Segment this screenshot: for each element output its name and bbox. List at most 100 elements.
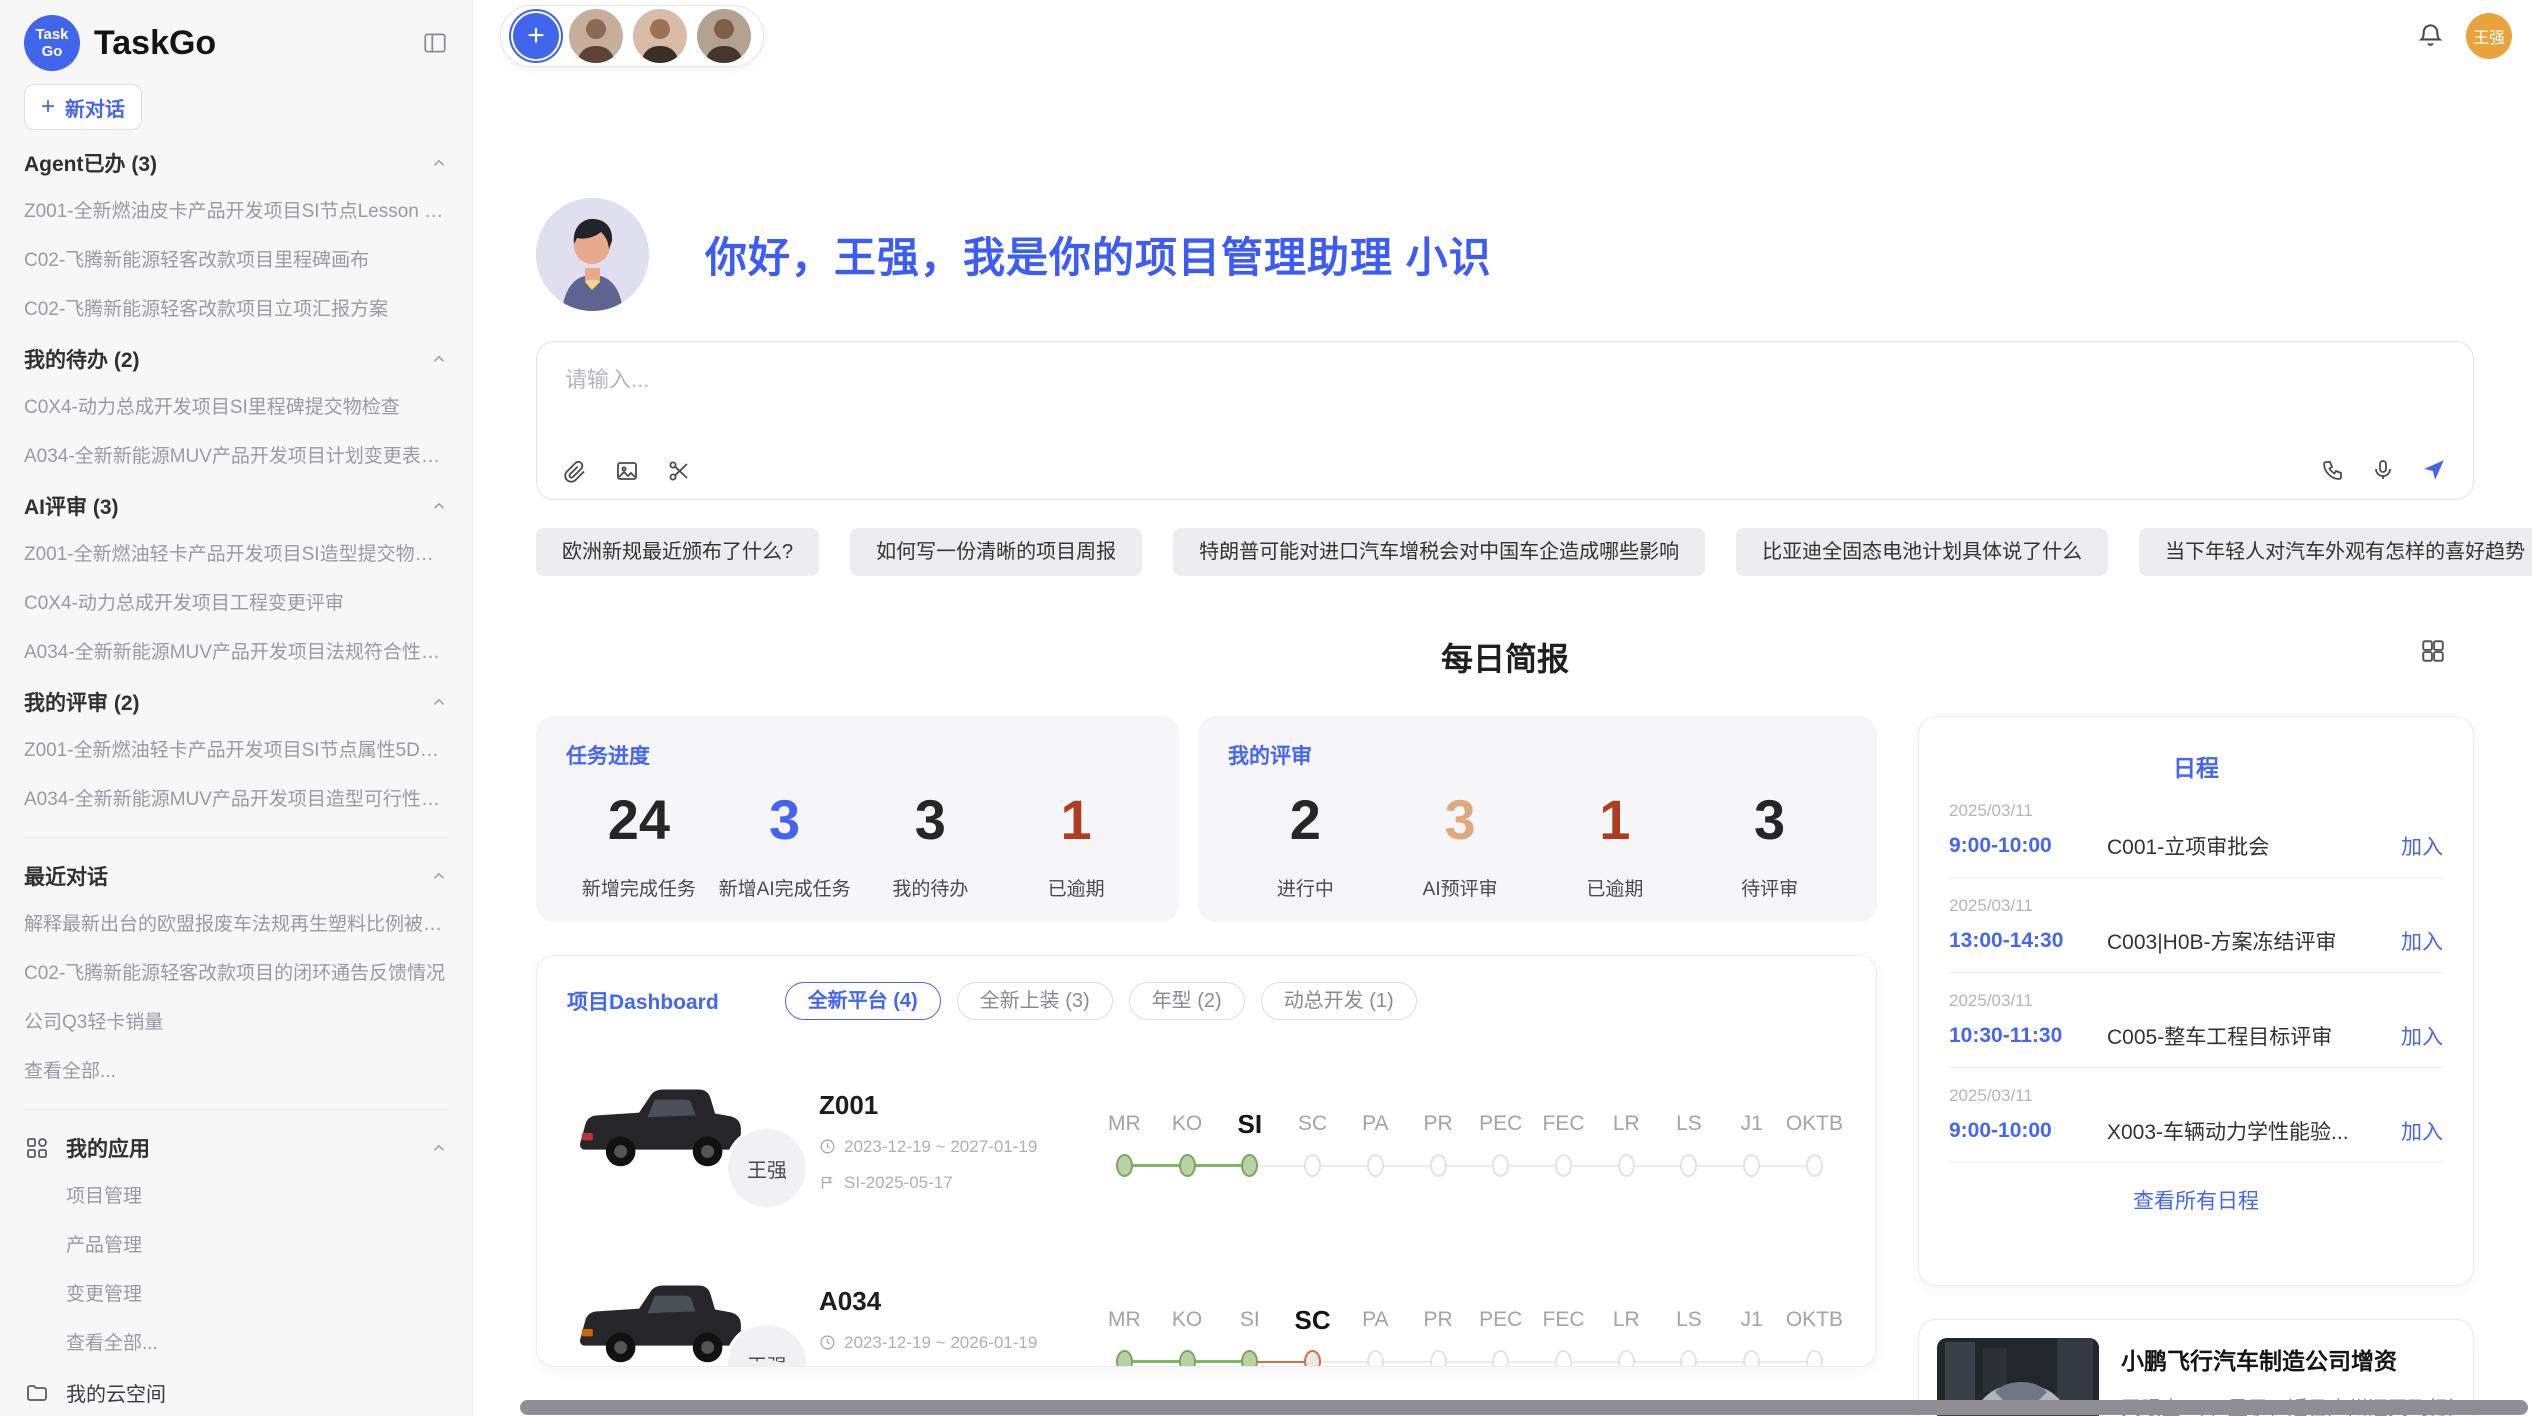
stat-value: 3 bbox=[1383, 788, 1538, 852]
sidebar-item[interactable]: Z001-全新燃油轻卡产品开发项目SI节点属性5D文件评审 bbox=[24, 726, 448, 775]
suggestion-chip[interactable]: 当下年轻人对汽车外观有怎样的喜好趋势 bbox=[2139, 528, 2532, 576]
sidebar-item[interactable]: C02-飞腾新能源轻客改款项目里程碑画布 bbox=[24, 236, 448, 285]
scissors-icon[interactable] bbox=[667, 459, 691, 483]
agent-switcher: + bbox=[500, 5, 764, 67]
apps-grid-icon bbox=[24, 1135, 50, 1161]
agent-avatar[interactable] bbox=[697, 9, 751, 63]
add-agent-button[interactable]: + bbox=[513, 13, 559, 59]
stat: 3 待评审 bbox=[1692, 788, 1847, 901]
card-title: 我的评审 bbox=[1228, 740, 1847, 770]
sidebar-item[interactable]: A034-全新新能源MUV产品开发项目造型可行性评审 bbox=[24, 775, 448, 824]
sidebar-item[interactable]: C02-飞腾新能源轻客改款项目立项汇报方案 bbox=[24, 285, 448, 334]
sidebar-item[interactable]: 公司Q3轻卡销量 bbox=[24, 998, 448, 1047]
task-progress-card: 任务进度 24 新增完成任务 3 新增AI完成任务 bbox=[536, 716, 1179, 922]
milestone-timeline: MR KO SI SC PA PR PEC FEC LR LS bbox=[1093, 1302, 1846, 1368]
stat-value: 24 bbox=[566, 788, 712, 852]
tab-body[interactable]: 全新上装 (3) bbox=[957, 982, 1113, 1020]
suggestion-chip[interactable]: 特朗普可能对进口汽车增税会对中国车企造成哪些影响 bbox=[1173, 528, 1705, 576]
image-icon[interactable] bbox=[615, 459, 639, 483]
section-my-apps[interactable]: 我的应用 bbox=[24, 1123, 448, 1172]
milestone: LS bbox=[1658, 1302, 1721, 1368]
join-button[interactable]: 加入 bbox=[2401, 831, 2443, 861]
section-agent-done[interactable]: Agent已办 (3) bbox=[24, 138, 448, 187]
schedule-date: 2025/03/11 bbox=[1949, 991, 2443, 1011]
milestone: FEC bbox=[1532, 1302, 1595, 1368]
sidebar-item-app[interactable]: 产品管理 bbox=[24, 1221, 448, 1270]
stat-value: 3 bbox=[1692, 788, 1847, 852]
join-button[interactable]: 加入 bbox=[2401, 1021, 2443, 1051]
project-code: Z001 bbox=[819, 1090, 1087, 1121]
stat: 3 我的待办 bbox=[858, 788, 1004, 901]
suggestion-chip[interactable]: 比亚迪全固态电池计划具体说了什么 bbox=[1736, 528, 2108, 576]
chat-input[interactable] bbox=[563, 360, 2447, 400]
project-row[interactable]: 王强 A034 2023-12-19 ~ 2026-01-19 bbox=[567, 1262, 1846, 1367]
horizontal-scrollbar[interactable] bbox=[520, 1400, 2528, 1415]
view-all-link[interactable]: 查看全部... bbox=[24, 1047, 448, 1096]
chevron-up-icon[interactable] bbox=[430, 497, 448, 515]
view-all-link[interactable]: 查看全部... bbox=[24, 1319, 448, 1368]
agent-avatar[interactable] bbox=[569, 9, 623, 63]
sidebar-item[interactable]: A034-全新新能源MUV产品开发项目计划变更表编写 bbox=[24, 432, 448, 481]
microphone-icon[interactable] bbox=[2371, 458, 2395, 482]
layout-grid-icon[interactable] bbox=[2420, 638, 2446, 664]
milestone: J1 bbox=[1720, 1302, 1783, 1368]
sidebar-item[interactable]: A034-全新新能源MUV产品开发项目法规符合性评审 bbox=[24, 628, 448, 677]
chevron-up-icon[interactable] bbox=[430, 1139, 448, 1157]
divider bbox=[24, 1109, 448, 1110]
stat-value: 3 bbox=[858, 788, 1004, 852]
project-flag: SI-2025-05-17 bbox=[819, 1173, 1087, 1193]
daily-brief-header: 每日简报 bbox=[536, 634, 2474, 680]
paperclip-icon[interactable] bbox=[563, 459, 587, 483]
user-avatar[interactable]: 王强 bbox=[2466, 13, 2512, 59]
section-my-review[interactable]: 我的评审 (2) bbox=[24, 677, 448, 726]
sidebar-item[interactable]: 解释最新出台的欧盟报废车法规再生塑料比例被调至15%... bbox=[24, 900, 448, 949]
send-icon[interactable] bbox=[2421, 457, 2447, 483]
sidebar-item[interactable]: Z001-全新燃油轻卡产品开发项目SI造型提交物评审 bbox=[24, 530, 448, 579]
join-button[interactable]: 加入 bbox=[2401, 1116, 2443, 1146]
sidebar-item[interactable]: C02-飞腾新能源轻客改款项目的闭环通告反馈情况 bbox=[24, 949, 448, 998]
project-media: 王强 bbox=[567, 1066, 819, 1216]
schedule-item: 2025/03/11 10:30-11:30 C005-整车工程目标评审 加入 bbox=[1949, 973, 2443, 1068]
sidebar-item[interactable]: C0X4-动力总成开发项目工程变更评审 bbox=[24, 579, 448, 628]
tab-powertrain[interactable]: 动总开发 (1) bbox=[1261, 982, 1417, 1020]
chevron-up-icon[interactable] bbox=[430, 154, 448, 172]
chevron-up-icon[interactable] bbox=[430, 867, 448, 885]
sidebar-item[interactable]: Z001-全新燃油皮卡产品开发项目SI节点Lesson Learn报告 bbox=[24, 187, 448, 236]
agent-avatar[interactable] bbox=[633, 9, 687, 63]
stats-row: 任务进度 24 新增完成任务 3 新增AI完成任务 bbox=[536, 716, 1877, 922]
sidebar-item-app[interactable]: 变更管理 bbox=[24, 1270, 448, 1319]
project-dashboard-card: 项目Dashboard 全新平台 (4) 全新上装 (3) 年型 (2) 动总开… bbox=[536, 955, 1877, 1367]
sidebar-item-cloud[interactable]: 我的云空间 bbox=[24, 1368, 448, 1416]
join-button[interactable]: 加入 bbox=[2401, 926, 2443, 956]
stat: 3 新增AI完成任务 bbox=[712, 788, 858, 901]
schedule-time: 9:00-10:00 bbox=[1949, 834, 2107, 858]
milestone: SI bbox=[1218, 1302, 1281, 1368]
new-chat-button[interactable]: + 新对话 bbox=[24, 84, 142, 130]
composer-right-tools bbox=[2321, 457, 2447, 483]
section-title: 最近对话 bbox=[24, 861, 108, 891]
project-info: Z001 2023-12-19 ~ 2027-01-19 SI-2025-05-… bbox=[819, 1090, 1087, 1193]
phone-icon[interactable] bbox=[2321, 458, 2345, 482]
section-ai-review[interactable]: AI评审 (3) bbox=[24, 481, 448, 530]
sidebar-item-app[interactable]: 项目管理 bbox=[24, 1172, 448, 1221]
milestone: FEC bbox=[1532, 1106, 1595, 1177]
tab-model-year[interactable]: 年型 (2) bbox=[1129, 982, 1245, 1020]
milestone: PEC bbox=[1469, 1106, 1532, 1177]
section-my-todo[interactable]: 我的待办 (2) bbox=[24, 334, 448, 383]
suggestion-chip[interactable]: 欧洲新规最近颁布了什么? bbox=[536, 528, 819, 576]
section-title: 我的评审 (2) bbox=[24, 687, 140, 717]
suggestion-chip[interactable]: 如何写一份清晰的项目周报 bbox=[850, 528, 1142, 576]
chevron-up-icon[interactable] bbox=[430, 350, 448, 368]
milestone: MR bbox=[1093, 1106, 1156, 1177]
bell-icon[interactable] bbox=[2417, 22, 2444, 49]
chevron-up-icon[interactable] bbox=[430, 693, 448, 711]
project-code: A034 bbox=[819, 1286, 1087, 1317]
stat-value: 3 bbox=[712, 788, 858, 852]
panel-collapse-icon[interactable] bbox=[422, 30, 448, 56]
sidebar-item[interactable]: C0X4-动力总成开发项目SI里程碑提交物检查 bbox=[24, 383, 448, 432]
view-all-schedule-link[interactable]: 查看所有日程 bbox=[1949, 1185, 2443, 1215]
tab-platform[interactable]: 全新平台 (4) bbox=[785, 982, 941, 1020]
section-recent[interactable]: 最近对话 bbox=[24, 851, 448, 900]
project-row[interactable]: 王强 Z001 2023-12-19 ~ 2027-01-19 bbox=[567, 1066, 1846, 1216]
assistant-avatar bbox=[536, 198, 649, 311]
